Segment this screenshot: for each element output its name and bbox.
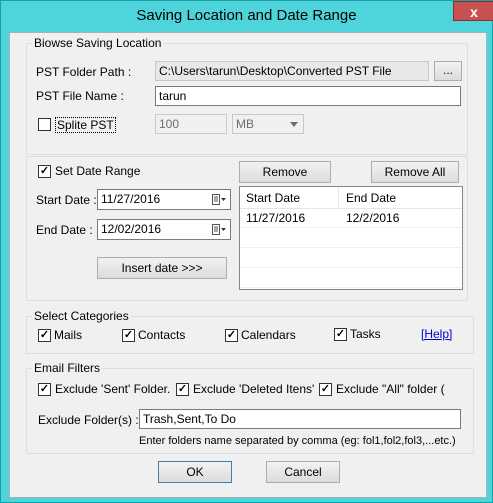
remove-all-button[interactable]: Remove All [371, 161, 459, 183]
title-bar[interactable]: Saving Location and Date Range x [1, 1, 493, 31]
start-date-label: Start Date : [36, 193, 97, 207]
browse-legend: Biowse Saving Location [32, 36, 164, 50]
ok-button[interactable]: OK [158, 461, 232, 483]
file-name-label: PST File Name : [36, 89, 124, 103]
tasks-label: Tasks [350, 327, 381, 341]
email-filters-group: Email Filters ✓ Exclude 'Sent' Folder. ✓… [26, 361, 474, 454]
split-pst-checkbox[interactable] [38, 118, 51, 131]
exclude-sent-checkbox[interactable]: ✓ [38, 383, 51, 396]
exclude-folders-hint: Enter folders name separated by comma (e… [139, 435, 456, 447]
end-date-picker[interactable]: 12/02/2016 [97, 219, 231, 240]
set-date-range-label: Set Date Range [55, 164, 141, 178]
help-link[interactable]: [Help] [421, 327, 452, 341]
mails-label: Mails [54, 328, 83, 342]
empty-row [240, 228, 462, 248]
categories-legend: Select Categories [32, 309, 131, 323]
window-title: Saving Location and Date Range [136, 7, 357, 24]
exclude-sent-label: Exclude 'Sent' Folder. [55, 382, 171, 396]
exclude-folders-label: Exclude Folder(s) : [38, 413, 139, 427]
start-date-picker[interactable]: 11/27/2016 [97, 189, 231, 210]
remove-button[interactable]: Remove [239, 161, 331, 183]
categories-group: Select Categories ✓ Mails ✓ Contacts ✓ C… [26, 309, 474, 354]
insert-date-button[interactable]: Insert date >>> [97, 257, 227, 279]
column-header-end-date[interactable]: End Date [346, 191, 396, 205]
exclude-deleted-label: Exclude 'Deleted Itens' [193, 382, 315, 396]
folder-path-field[interactable]: C:\Users\tarun\Desktop\Converted PST Fil… [155, 61, 429, 81]
split-size-field[interactable]: 100 [155, 114, 227, 134]
calendars-checkbox[interactable]: ✓ [225, 329, 238, 342]
row-start-date: 11/27/2016 [246, 211, 306, 225]
date-range-list[interactable]: Start Date End Date 11/27/2016 12/2/2016 [239, 186, 463, 290]
close-button[interactable]: x [453, 1, 493, 21]
start-date-value: 11/27/2016 [101, 192, 161, 206]
set-date-range-checkbox[interactable]: ✓ [38, 165, 51, 178]
mails-checkbox[interactable]: ✓ [38, 329, 51, 342]
split-pst-label: Splite PST [55, 117, 116, 133]
row-end-date: 12/2/2016 [346, 211, 400, 225]
empty-row [240, 248, 462, 268]
split-unit-select[interactable]: MB [232, 114, 304, 134]
end-date-value: 12/02/2016 [101, 222, 162, 236]
column-divider [338, 187, 339, 207]
exclude-all-label: Exclude "All" folder ( [336, 382, 445, 396]
exclude-folders-field[interactable]: Trash,Sent,To Do [139, 409, 461, 429]
contacts-label: Contacts [138, 328, 186, 342]
cancel-button[interactable]: Cancel [266, 461, 340, 483]
browse-folder-button[interactable]: ... [434, 61, 462, 81]
column-header-start-date[interactable]: Start Date [246, 191, 300, 205]
contacts-checkbox[interactable]: ✓ [122, 329, 135, 342]
browse-group: Biowse Saving Location PST Folder Path :… [26, 36, 468, 155]
dialog-client: Biowse Saving Location PST Folder Path :… [9, 32, 487, 498]
calendar-dropdown-icon [212, 224, 226, 235]
exclude-all-checkbox[interactable]: ✓ [319, 383, 332, 396]
dialog-window: Saving Location and Date Range x Biowse … [0, 0, 493, 503]
split-unit-value: MB [236, 117, 254, 131]
calendars-label: Calendars [241, 328, 296, 342]
table-row[interactable]: 11/27/2016 12/2/2016 [240, 208, 462, 228]
date-range-group: ✓ Set Date Range Start Date : 11/27/2016… [26, 156, 468, 301]
calendar-dropdown-icon [212, 194, 226, 205]
tasks-checkbox[interactable]: ✓ [334, 328, 347, 341]
chevron-down-icon [290, 122, 298, 127]
empty-row [240, 268, 462, 288]
email-filters-legend: Email Filters [32, 361, 103, 375]
list-header: Start Date End Date [240, 187, 462, 209]
end-date-label: End Date : [36, 223, 93, 237]
folder-path-label: PST Folder Path : [36, 65, 132, 79]
file-name-field[interactable]: tarun [155, 86, 461, 106]
exclude-deleted-checkbox[interactable]: ✓ [176, 383, 189, 396]
